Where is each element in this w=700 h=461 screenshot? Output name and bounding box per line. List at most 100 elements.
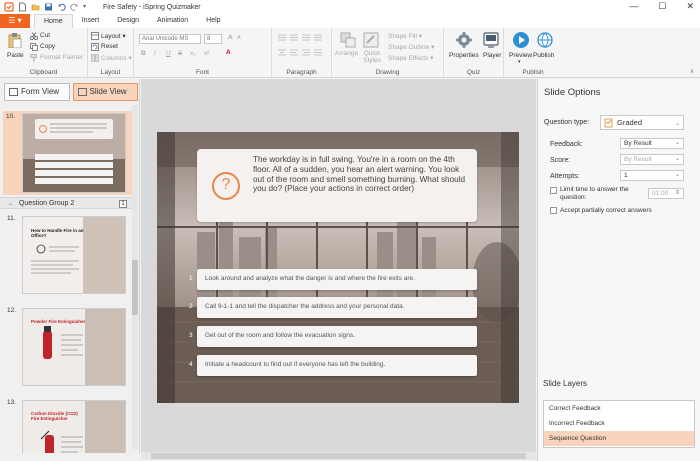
layout-button[interactable]: Layout ▾ bbox=[101, 32, 126, 40]
chevron-down-icon: ⌄ bbox=[674, 140, 680, 146]
redo-icon[interactable] bbox=[70, 2, 79, 12]
partial-answers-label: Accept partially correct answers bbox=[560, 207, 652, 214]
italic-button[interactable]: I bbox=[154, 50, 156, 57]
answer-item-4[interactable]: 4 Initiate a headcount to find out if ev… bbox=[189, 355, 477, 376]
font-family-select[interactable]: Arial Unicode MS bbox=[139, 34, 201, 44]
maximize-button[interactable]: ☐ bbox=[658, 1, 666, 12]
limit-time-value: 01:00 bbox=[652, 190, 669, 197]
publish-button[interactable]: Publish bbox=[533, 52, 554, 59]
layout-group-label: Layout bbox=[100, 69, 121, 76]
font-color-button[interactable]: A bbox=[226, 49, 231, 56]
grow-font-button[interactable]: A bbox=[228, 34, 233, 41]
question-type-label: Question type: bbox=[544, 119, 590, 126]
score-select[interactable]: By Result ⌄ bbox=[620, 154, 684, 165]
format-painter-button[interactable]: Format Painter bbox=[40, 54, 83, 61]
limit-time-input[interactable]: 01:00 ⇕ bbox=[648, 188, 684, 199]
strikethrough-button[interactable]: S bbox=[178, 50, 182, 57]
quiz-group-label: Quiz bbox=[466, 69, 481, 76]
slide-number: 11. bbox=[7, 215, 16, 222]
reset-button[interactable]: Reset bbox=[101, 43, 118, 50]
attempts-select[interactable]: 1 ⌄ bbox=[620, 170, 684, 181]
limit-time-label: Limit time to answer the question: bbox=[560, 186, 629, 201]
ribbon-tabs: ☰ ▾ Home Insert Design Animation Help bbox=[0, 14, 700, 28]
shape-fill-button[interactable]: Shape Fill ▾ bbox=[388, 32, 422, 40]
layer-correct-feedback[interactable]: Correct Feedback bbox=[544, 401, 694, 416]
slide-view-icon bbox=[77, 88, 87, 96]
layer-incorrect-feedback[interactable]: Incorrect Feedback bbox=[544, 416, 694, 431]
collapse-ribbon-icon[interactable]: ∧ bbox=[690, 68, 694, 75]
paste-icon[interactable] bbox=[7, 32, 23, 48]
scrollbar-thumb[interactable] bbox=[151, 453, 526, 459]
cut-icon bbox=[30, 32, 38, 40]
layout-group: Layout ▾ Reset Columns ▾ Layout bbox=[88, 28, 134, 78]
cut-button[interactable]: Cut bbox=[40, 32, 50, 39]
collapse-chevron-icon[interactable]: ⌄ bbox=[8, 201, 13, 207]
paragraph-group: Paragraph bbox=[272, 28, 332, 78]
answer-item-3[interactable]: 3 Get out of the room and follow the eva… bbox=[189, 326, 477, 347]
question-text[interactable]: The workday is in full swing. You're in … bbox=[253, 155, 471, 194]
paragraph-group-label: Paragraph bbox=[286, 69, 317, 76]
preview-dropdown-icon[interactable]: ▾ bbox=[518, 59, 521, 65]
slide-thumbnail: How to Handle Fire in an Office? bbox=[22, 216, 126, 294]
underline-button[interactable]: U bbox=[166, 50, 171, 57]
shape-outline-button[interactable]: Shape Outline ▾ bbox=[388, 43, 434, 51]
save-icon[interactable] bbox=[44, 2, 53, 12]
slide-view-button[interactable]: Slide View bbox=[72, 83, 138, 101]
superscript-button[interactable]: x² bbox=[204, 50, 209, 57]
chevron-down-icon: ⌄ bbox=[674, 156, 680, 162]
tab-home[interactable]: Home bbox=[34, 14, 73, 28]
bold-button[interactable]: B bbox=[141, 50, 146, 57]
close-button[interactable]: ✕ bbox=[686, 1, 694, 12]
properties-button[interactable]: Properties bbox=[449, 52, 479, 59]
clipboard-group: Paste Cut Copy Format Painter Clipboard bbox=[0, 28, 88, 78]
tab-animation[interactable]: Animation bbox=[148, 14, 197, 28]
undo-icon[interactable] bbox=[57, 2, 66, 12]
font-group: Arial Unicode MS 8 A A B I U S x₂ x² A F… bbox=[134, 28, 272, 78]
partial-answers-checkbox[interactable] bbox=[550, 207, 557, 214]
paste-button[interactable]: Paste bbox=[7, 52, 24, 59]
new-file-icon[interactable] bbox=[18, 2, 27, 12]
slide-stage[interactable]: ? The workday is in full swing. You're i… bbox=[157, 132, 519, 403]
slide-list-scrollbar[interactable] bbox=[132, 105, 138, 449]
feedback-select[interactable]: By Result ⌄ bbox=[620, 138, 684, 149]
tab-insert[interactable]: Insert bbox=[73, 14, 109, 28]
slide-10-preview bbox=[23, 114, 125, 192]
question-group-header[interactable]: ⌄ Question Group 2 1 bbox=[0, 197, 133, 209]
spinner-icon: ⇕ bbox=[674, 190, 680, 196]
slide-item-11[interactable]: 11. How to Handle Fire in an Office? bbox=[4, 213, 132, 297]
question-mark-glyph: ? bbox=[221, 176, 231, 193]
answer-text: Get out of the room and follow the evacu… bbox=[205, 332, 355, 339]
limit-time-checkbox[interactable] bbox=[550, 187, 557, 194]
question-type-select[interactable]: Graded ⌄ bbox=[600, 115, 684, 130]
shrink-font-button[interactable]: A bbox=[237, 35, 241, 41]
scrollbar-thumb[interactable] bbox=[132, 260, 138, 315]
app-logo-icon bbox=[4, 2, 14, 12]
open-folder-icon[interactable] bbox=[31, 2, 40, 12]
file-menu-button[interactable]: ☰ ▾ bbox=[0, 14, 30, 28]
slide-item-10[interactable]: 10. bbox=[3, 111, 133, 195]
subscript-button[interactable]: x₂ bbox=[190, 50, 196, 57]
arrange-button[interactable]: Arrange bbox=[335, 50, 358, 57]
layer-sequence-question[interactable]: Sequence Question bbox=[544, 431, 694, 446]
columns-button[interactable]: Columns ▾ bbox=[101, 54, 132, 62]
canvas-horizontal-scrollbar[interactable] bbox=[141, 452, 536, 460]
slide-item-13[interactable]: 13. Carbon Dioxide (CO2) Fire Extinguish… bbox=[4, 397, 132, 457]
preview-icon bbox=[513, 32, 529, 48]
question-card[interactable]: ? The workday is in full swing. You're i… bbox=[197, 149, 477, 222]
preview-button[interactable]: Preview bbox=[509, 52, 532, 59]
minimize-button[interactable]: — bbox=[629, 1, 638, 12]
customize-toolbar-icon[interactable]: ▾ bbox=[83, 3, 91, 11]
publish-group: Preview ▾ Publish Publish bbox=[504, 28, 562, 78]
player-button[interactable]: Player bbox=[483, 52, 501, 59]
answer-item-1[interactable]: 1 Look around and analyze what the dange… bbox=[189, 269, 477, 290]
answer-item-2[interactable]: 2 Call 9-1-1 and tell the dispatcher the… bbox=[189, 297, 477, 318]
tab-help[interactable]: Help bbox=[197, 14, 229, 28]
copy-button[interactable]: Copy bbox=[40, 43, 55, 50]
font-size-select[interactable]: 8 bbox=[204, 34, 222, 44]
tab-design[interactable]: Design bbox=[108, 14, 148, 28]
shape-effects-button[interactable]: Shape Effects ▾ bbox=[388, 54, 433, 62]
quick-styles-button[interactable]: Quick Styles bbox=[362, 50, 382, 64]
slide-13-preview bbox=[23, 401, 125, 455]
form-view-button[interactable]: Form View bbox=[4, 83, 70, 101]
slide-item-12[interactable]: 12. Powder Fire Extinguisher bbox=[4, 305, 132, 389]
